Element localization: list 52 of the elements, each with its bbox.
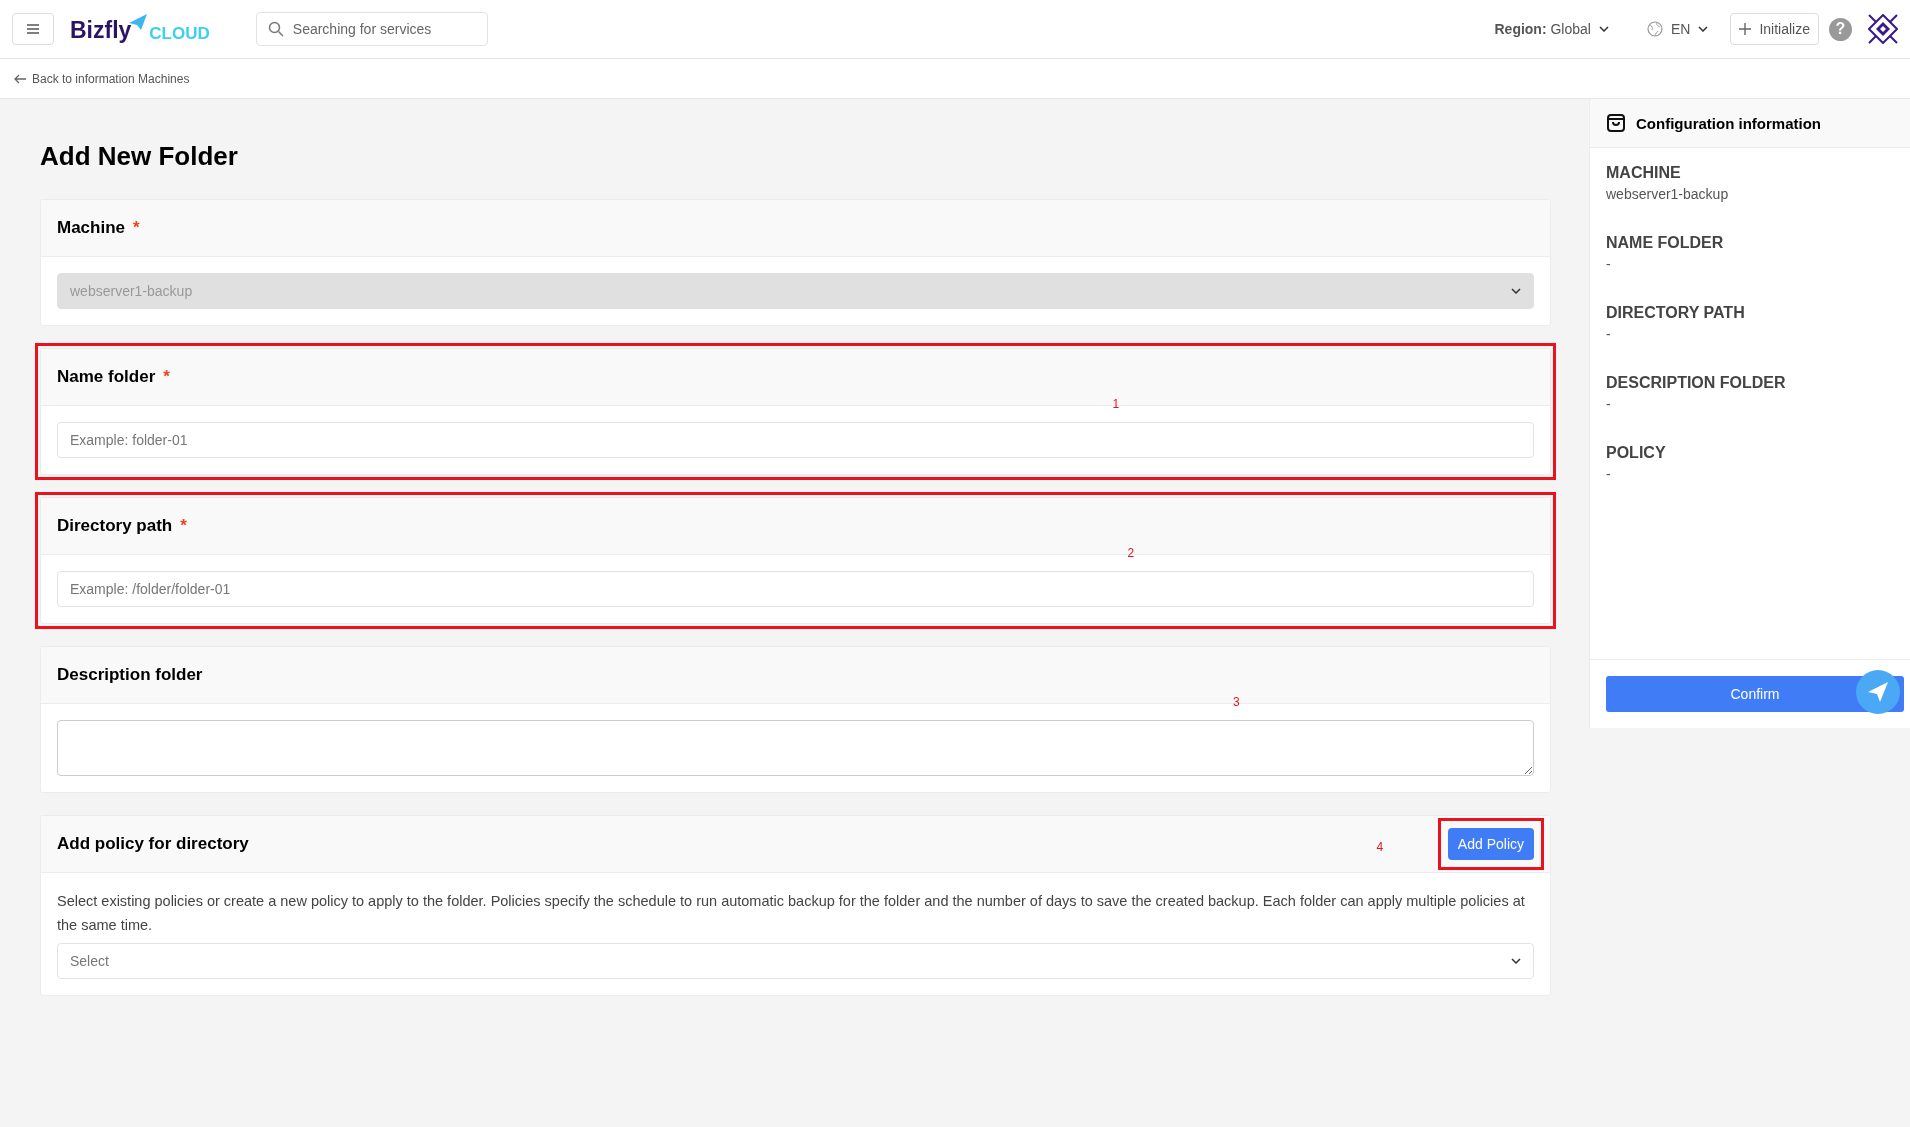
- required-mark: *: [163, 367, 170, 387]
- summary-label: MACHINE: [1606, 164, 1682, 182]
- chevron-down-icon: [1511, 288, 1521, 294]
- search-icon: [267, 21, 284, 37]
- summary-value: webserver1-backup: [1606, 186, 1730, 202]
- page-title: Add New Folder: [40, 141, 239, 172]
- summary-value: -: [1606, 396, 1612, 412]
- summary-label: POLICY: [1606, 444, 1667, 462]
- panel-title: Configuration information: [1636, 114, 1821, 132]
- initialize-button[interactable]: Initialize: [1730, 13, 1819, 45]
- summary-value: -: [1606, 256, 1612, 272]
- globe-icon: [1646, 21, 1663, 37]
- annotation-number: 2: [1127, 546, 1135, 560]
- section-label: Description folder: [57, 665, 203, 685]
- required-mark: *: [133, 218, 140, 238]
- section-label: Directory path: [57, 516, 173, 536]
- section-label: Name folder: [57, 367, 156, 387]
- arrow-left-icon: [14, 73, 26, 84]
- description-field[interactable]: [57, 720, 1534, 776]
- summary-value: -: [1606, 466, 1612, 482]
- paper-plane-icon[interactable]: [1856, 670, 1900, 714]
- add-policy-button[interactable]: Add Policy: [1447, 828, 1534, 860]
- chevron-down-icon: [1511, 958, 1521, 964]
- text-field[interactable]: Example: /folder/folder-01: [57, 571, 1534, 607]
- summary-value: -: [1606, 326, 1612, 342]
- annotation-number: 4: [1376, 840, 1384, 854]
- language-dropdown[interactable]: EN: [1646, 21, 1709, 37]
- section-label: Machine: [57, 218, 126, 238]
- region-dropdown[interactable]: Region: Global: [1494, 21, 1609, 37]
- back-link[interactable]: Back to information Machines: [14, 71, 190, 86]
- logo-text: Bizfly: [70, 17, 132, 44]
- section-label: Add policy for directory: [57, 834, 249, 854]
- policy-select[interactable]: Select: [57, 943, 1534, 979]
- policy-description: Select existing policies or create a new policy to apply to the folder. Policies specify the schedule to run automatic backup for the folder and the number of days to save the created backup. Each folder can apply multiple policies at the same time.: [57, 892, 1526, 935]
- summary-label: NAME FOLDER: [1606, 234, 1725, 252]
- menu-button[interactable]: [12, 13, 54, 45]
- summary-label: DIRECTORY PATH: [1606, 304, 1746, 322]
- plus-icon: [1739, 23, 1752, 35]
- required-mark: *: [180, 516, 187, 536]
- search-field[interactable]: Searching for services: [255, 12, 488, 46]
- text-field[interactable]: Example: folder-01: [57, 422, 1534, 458]
- chevron-down-icon: [1698, 26, 1709, 32]
- annotation-number: 1: [1112, 397, 1120, 411]
- chevron-down-icon: [1598, 26, 1609, 32]
- shopping-bag-icon: [1606, 113, 1626, 133]
- summary-label: DESCRIPTION FOLDER: [1606, 374, 1787, 392]
- diamond-pattern-icon[interactable]: [1868, 14, 1898, 44]
- paper-plane-icon: [129, 14, 148, 30]
- menu-icon: [27, 24, 39, 34]
- logo-text: CLOUD: [149, 24, 210, 44]
- annotation-number: 3: [1233, 695, 1240, 709]
- help-button[interactable]: ?: [1829, 17, 1852, 41]
